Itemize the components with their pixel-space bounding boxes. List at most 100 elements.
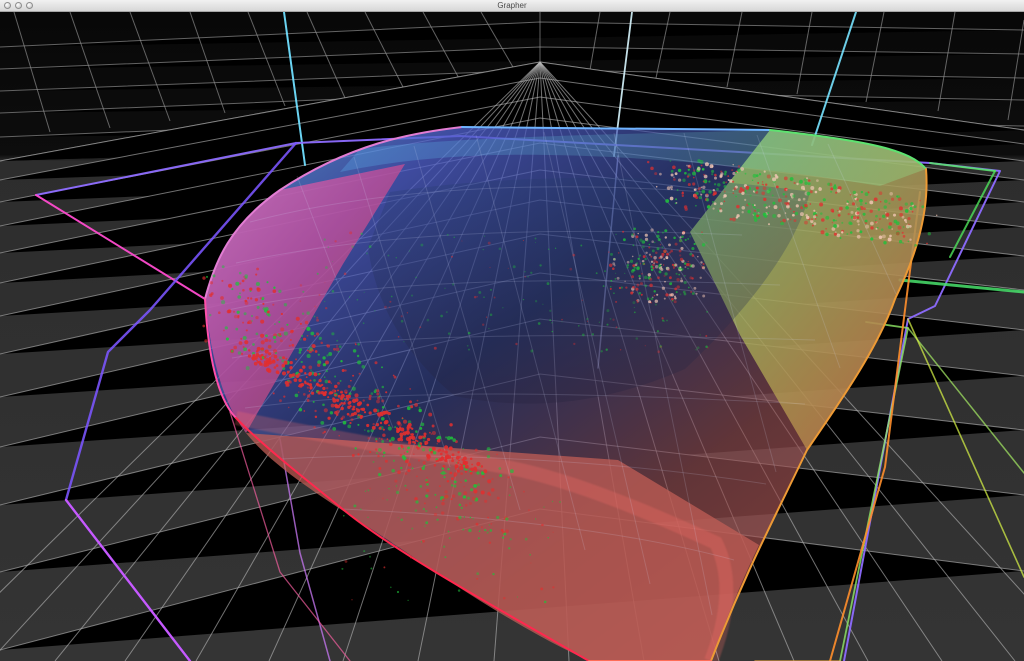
sample-point [276,358,279,362]
sample-point [522,240,524,242]
sample-point [397,404,400,408]
sample-point [825,232,829,237]
sample-point [810,218,814,221]
sample-point [821,218,825,222]
sample-point [346,397,350,401]
sample-point [581,333,585,337]
sample-point [489,529,493,532]
sample-point [838,210,841,213]
sample-point [731,169,734,172]
sample-point [289,366,293,370]
sample-point [595,272,598,275]
sample-point [653,294,656,297]
sample-point [679,293,682,296]
sample-point [687,237,690,240]
sample-point [870,226,874,230]
sample-point [711,200,714,203]
sample-point [464,479,467,482]
sample-point [878,191,883,196]
sample-point [573,342,576,346]
sample-point [343,398,346,401]
sample-point [490,289,492,291]
sample-point [854,196,856,199]
sample-point [650,265,654,269]
sample-point [754,210,756,212]
sample-point [361,364,366,369]
sample-point [407,462,412,467]
sample-point [655,185,658,188]
3d-gamut-viewport[interactable] [0,12,1024,661]
sample-point [727,175,730,177]
sample-point [404,484,407,487]
sample-point [471,463,474,466]
sample-point [484,529,487,532]
sample-point [524,537,528,541]
sample-point [782,193,785,196]
sample-point [326,354,329,357]
sample-point [293,378,298,382]
sample-point [352,349,357,353]
sample-point [686,164,688,167]
sample-point [401,417,404,419]
sample-point [336,345,338,347]
sample-point [354,393,359,398]
sample-point [209,293,213,297]
sample-point [268,339,272,342]
sample-point [272,359,275,362]
sample-point [498,467,502,470]
sample-point [659,243,662,246]
sample-point [586,317,589,321]
sample-point [266,310,270,314]
sample-point [390,295,393,298]
sample-point [415,276,417,279]
sample-point [440,511,445,515]
gamut-scene-svg[interactable] [0,12,1024,661]
sample-point [671,263,675,267]
sample-point [262,302,265,305]
sample-point [374,310,376,312]
sample-point [353,504,357,508]
sample-point [472,517,475,520]
sample-point [306,334,309,337]
sample-point [663,297,666,300]
sample-point [554,247,557,249]
sample-point [473,295,477,299]
sample-point [693,286,697,290]
sample-point [816,179,819,182]
sample-point [706,193,708,196]
sample-point [486,447,491,451]
sample-point [663,249,667,254]
sample-point [272,392,275,395]
sample-point [433,464,437,467]
sample-point [641,260,644,263]
sample-point [756,214,760,218]
sample-point [505,517,509,521]
sample-point [856,234,861,239]
sample-point [687,182,691,187]
sample-point [637,232,639,235]
sample-point [666,252,669,256]
sample-point [725,181,728,184]
sample-point [461,240,463,242]
sample-point [475,522,479,526]
sample-point [360,415,364,418]
sample-point [673,300,677,304]
sample-point [782,218,786,223]
sample-point [700,193,703,196]
sample-point [420,422,425,427]
sample-point [856,229,860,233]
sample-point [489,313,493,317]
sample-point [363,291,365,293]
sample-point [314,305,317,308]
sample-point [382,497,384,500]
sample-point [492,572,495,576]
sample-point [869,209,873,213]
sample-point [695,196,699,200]
sample-point [247,321,250,325]
sample-point [820,230,825,235]
sample-point [463,491,468,496]
sample-point [675,198,678,201]
sample-point [907,240,910,243]
sample-point [406,312,409,314]
sample-point [491,478,494,480]
